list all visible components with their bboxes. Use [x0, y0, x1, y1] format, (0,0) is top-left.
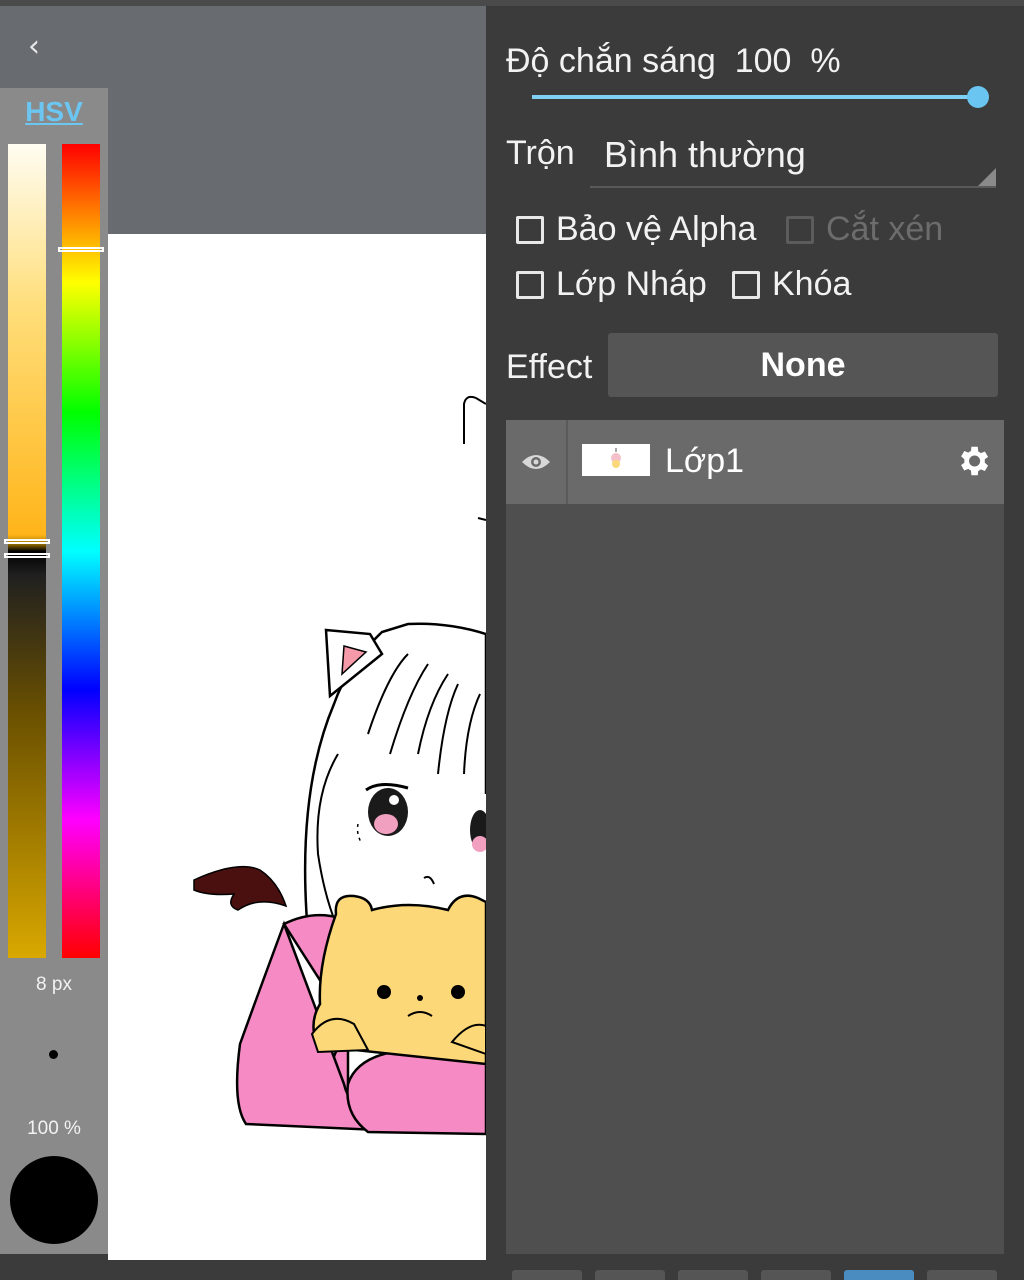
opacity-row: Độ chắn sáng 100 %	[506, 42, 841, 81]
toolbar-button-3[interactable]	[678, 1270, 748, 1280]
drawing-canvas[interactable]	[108, 234, 486, 1260]
layer-thumbnail	[582, 444, 650, 476]
layer-list: Lớp1	[506, 420, 1004, 1254]
toolbar-button-4[interactable]	[761, 1270, 831, 1280]
hue-marker[interactable]	[58, 247, 104, 252]
lock-label: Khóa	[772, 265, 852, 303]
blend-mode-value: Bình thường	[604, 134, 806, 175]
brush-size-preview	[49, 1050, 58, 1059]
opacity-slider[interactable]	[532, 95, 978, 99]
dropdown-corner-icon	[978, 168, 996, 186]
eye-icon	[522, 455, 550, 469]
layer-settings-button[interactable]	[954, 442, 992, 480]
draft-layer-checkbox[interactable]: Lớp Nháp	[516, 265, 707, 304]
blend-mode-dropdown[interactable]: Bình thường	[590, 130, 996, 188]
value-marker-top[interactable]	[4, 539, 50, 544]
bottom-toolbar	[118, 1260, 1024, 1280]
protect-alpha-label: Bảo vệ Alpha	[556, 210, 757, 248]
protect-alpha-checkbox[interactable]: Bảo vệ Alpha	[516, 210, 756, 249]
toolbar-button-6[interactable]	[927, 1270, 997, 1280]
checkbox-icon	[732, 270, 760, 299]
checkbox-icon	[786, 215, 814, 244]
checkbox-icon	[516, 215, 544, 244]
opacity-slider-knob[interactable]	[967, 86, 989, 108]
value-marker-bottom[interactable]	[4, 553, 50, 558]
layer-visibility-toggle[interactable]	[506, 420, 568, 504]
brush-size-label[interactable]: 8 px	[0, 974, 108, 996]
hue-slider[interactable]	[62, 144, 100, 958]
lock-checkbox[interactable]: Khóa	[732, 265, 851, 304]
clipping-checkbox: Cắt xén	[786, 210, 943, 249]
color-panel: HSV 8 px 100 %	[0, 88, 108, 1254]
artwork-image	[193, 395, 486, 1136]
checkbox-icon	[516, 270, 544, 299]
back-chevron-icon[interactable]: ‹	[28, 30, 54, 64]
clipping-label: Cắt xén	[826, 210, 944, 248]
blend-label: Trộn	[506, 134, 575, 172]
brush-opacity-label[interactable]: 100 %	[0, 1118, 108, 1140]
hsv-mode-tab[interactable]: HSV	[0, 96, 108, 128]
effect-button[interactable]: None	[608, 333, 998, 397]
effect-label: Effect	[506, 348, 593, 386]
value-slider[interactable]	[8, 144, 46, 958]
toolbar-button-5[interactable]	[844, 1270, 914, 1280]
draft-layer-label: Lớp Nháp	[556, 265, 707, 303]
opacity-label: Độ chắn sáng	[506, 42, 716, 80]
opacity-unit: %	[810, 42, 841, 80]
layer-panel: Độ chắn sáng 100 % Trộn Bình thường Bảo …	[486, 6, 1024, 1280]
current-color-swatch[interactable]	[10, 1156, 98, 1244]
toolbar-button-1[interactable]	[512, 1270, 582, 1280]
toolbar-button-2[interactable]	[595, 1270, 665, 1280]
layer-name: Lớp1	[665, 442, 745, 480]
layer-row[interactable]: Lớp1	[506, 420, 1004, 504]
gear-icon	[961, 446, 989, 476]
opacity-value: 100	[734, 42, 792, 80]
